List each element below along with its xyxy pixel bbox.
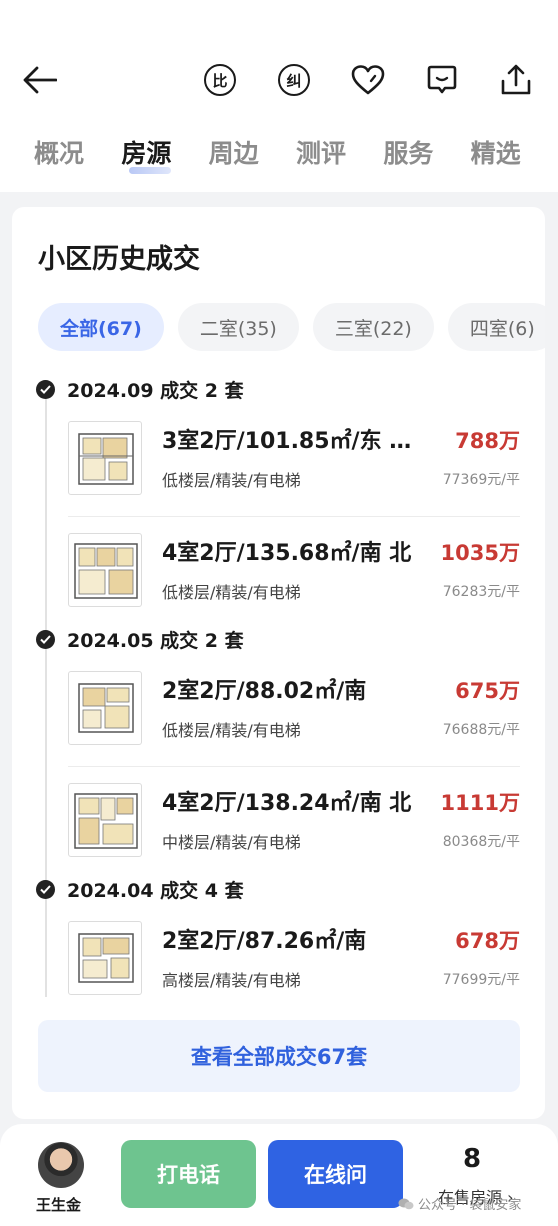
- deal-price: 675万: [455, 679, 520, 703]
- deal-unit-price: 80368元/平: [442, 834, 520, 850]
- floor-plan-thumbnail: [68, 921, 142, 995]
- deal-row[interactable]: 4室2厅/138.24㎡/南 北 中楼层/精装/有电梯 1111万 80368元…: [68, 767, 520, 879]
- timeline-line: [45, 391, 47, 997]
- deal-title: 2室2厅/87.26㎡/南: [162, 929, 367, 954]
- room-filter-chips: 全部(67) 二室(35) 三室(22) 四室(6): [38, 303, 545, 351]
- filter-chip-two-room[interactable]: 二室(35): [177, 303, 299, 351]
- top-bar: 比 纠 概况 房源 周边 测评 服务 精选: [0, 0, 558, 192]
- check-circle-icon: [36, 379, 55, 399]
- deal-row[interactable]: 2室2厅/87.26㎡/南 高楼层/精装/有电梯 678万 77699元/平: [68, 905, 520, 1017]
- favorite-heart-icon[interactable]: [348, 60, 388, 100]
- floor-plan-thumbnail: [68, 783, 142, 857]
- deal-details: 高楼层/精装/有电梯: [162, 971, 301, 990]
- floor-plan-thumbnail: [68, 671, 142, 745]
- filter-chip-three-room[interactable]: 三室(22): [312, 303, 434, 351]
- back-arrow-icon[interactable]: [22, 62, 58, 98]
- header-actions: 比 纠: [200, 60, 536, 100]
- check-circle-icon: [36, 879, 55, 899]
- history-deals-card: 小区历史成交 全部(67) 二室(35) 三室(22) 四室(6) 2024.0…: [12, 207, 545, 1119]
- watermark: 公众号 · 袋鼠安家: [398, 1194, 521, 1213]
- deal-title: 2室2厅/88.02㎡/南: [162, 679, 367, 704]
- online-chat-button[interactable]: 在线问: [268, 1140, 403, 1208]
- tab-listings[interactable]: 房源: [121, 134, 208, 178]
- compare-glyph: 比: [204, 64, 236, 96]
- deal-row[interactable]: 4室2厅/135.68㎡/南 北 低楼层/精装/有电梯 1035万 76283元…: [68, 517, 520, 629]
- deal-unit-price: 77699元/平: [442, 972, 520, 988]
- for-sale-count[interactable]: 8: [463, 1144, 481, 1174]
- tab-surroundings[interactable]: 周边: [209, 134, 296, 178]
- deal-title: 4室2厅/135.68㎡/南 北: [162, 541, 412, 566]
- section-title: 小区历史成交: [38, 244, 200, 275]
- filter-chip-four-room[interactable]: 四室(6): [447, 303, 545, 351]
- timeline-group-heading: 2024.05 成交 2 套: [36, 625, 244, 653]
- correction-icon[interactable]: 纠: [274, 60, 314, 100]
- deal-title: 3室2厅/101.85㎡/东 南 北: [162, 429, 422, 454]
- tab-featured[interactable]: 精选: [471, 134, 558, 178]
- chat-icon[interactable]: [422, 60, 462, 100]
- timeline-group-heading: 2024.04 成交 4 套: [36, 875, 244, 903]
- agent-avatar[interactable]: [38, 1142, 84, 1188]
- wechat-icon: [398, 1198, 414, 1209]
- share-icon[interactable]: [496, 60, 536, 100]
- section-tabs: 概况 房源 周边 测评 服务 精选: [34, 134, 558, 178]
- deal-price: 678万: [455, 929, 520, 953]
- tab-service[interactable]: 服务: [383, 134, 470, 178]
- deal-unit-price: 76688元/平: [442, 722, 520, 738]
- deal-price: 1035万: [440, 541, 520, 565]
- floor-plan-thumbnail: [68, 421, 142, 495]
- group-heading-text: 2024.05 成交 2 套: [67, 629, 244, 652]
- watermark-text: 公众号 · 袋鼠安家: [418, 1198, 522, 1213]
- timeline-group-heading: 2024.09 成交 2 套: [36, 375, 244, 403]
- group-heading-text: 2024.04 成交 4 套: [67, 879, 244, 902]
- agent-name: 王生金: [36, 1196, 82, 1214]
- deal-price: 788万: [455, 429, 520, 453]
- tab-review[interactable]: 测评: [296, 134, 383, 178]
- group-heading-text: 2024.09 成交 2 套: [67, 379, 244, 402]
- deal-price: 1111万: [440, 791, 520, 815]
- deal-unit-price: 76283元/平: [442, 584, 520, 600]
- deal-details: 低楼层/精装/有电梯: [162, 583, 301, 602]
- filter-chip-all[interactable]: 全部(67): [38, 303, 164, 351]
- deal-title: 4室2厅/138.24㎡/南 北: [162, 791, 412, 816]
- deal-row[interactable]: 3室2厅/101.85㎡/东 南 北 低楼层/精装/有电梯 788万 77369…: [68, 405, 520, 517]
- deal-row[interactable]: 2室2厅/88.02㎡/南 低楼层/精装/有电梯 675万 76688元/平: [68, 655, 520, 767]
- deal-unit-price: 77369元/平: [442, 472, 520, 488]
- check-circle-icon: [36, 629, 55, 649]
- call-button[interactable]: 打电话: [121, 1140, 256, 1208]
- deal-details: 低楼层/精装/有电梯: [162, 721, 301, 740]
- compare-icon[interactable]: 比: [200, 60, 240, 100]
- deal-details: 低楼层/精装/有电梯: [162, 471, 301, 490]
- floor-plan-thumbnail: [68, 533, 142, 607]
- tab-overview[interactable]: 概况: [34, 134, 121, 178]
- correction-glyph: 纠: [278, 64, 310, 96]
- view-all-deals-button[interactable]: 查看全部成交67套: [38, 1020, 520, 1092]
- deal-details: 中楼层/精装/有电梯: [162, 833, 301, 852]
